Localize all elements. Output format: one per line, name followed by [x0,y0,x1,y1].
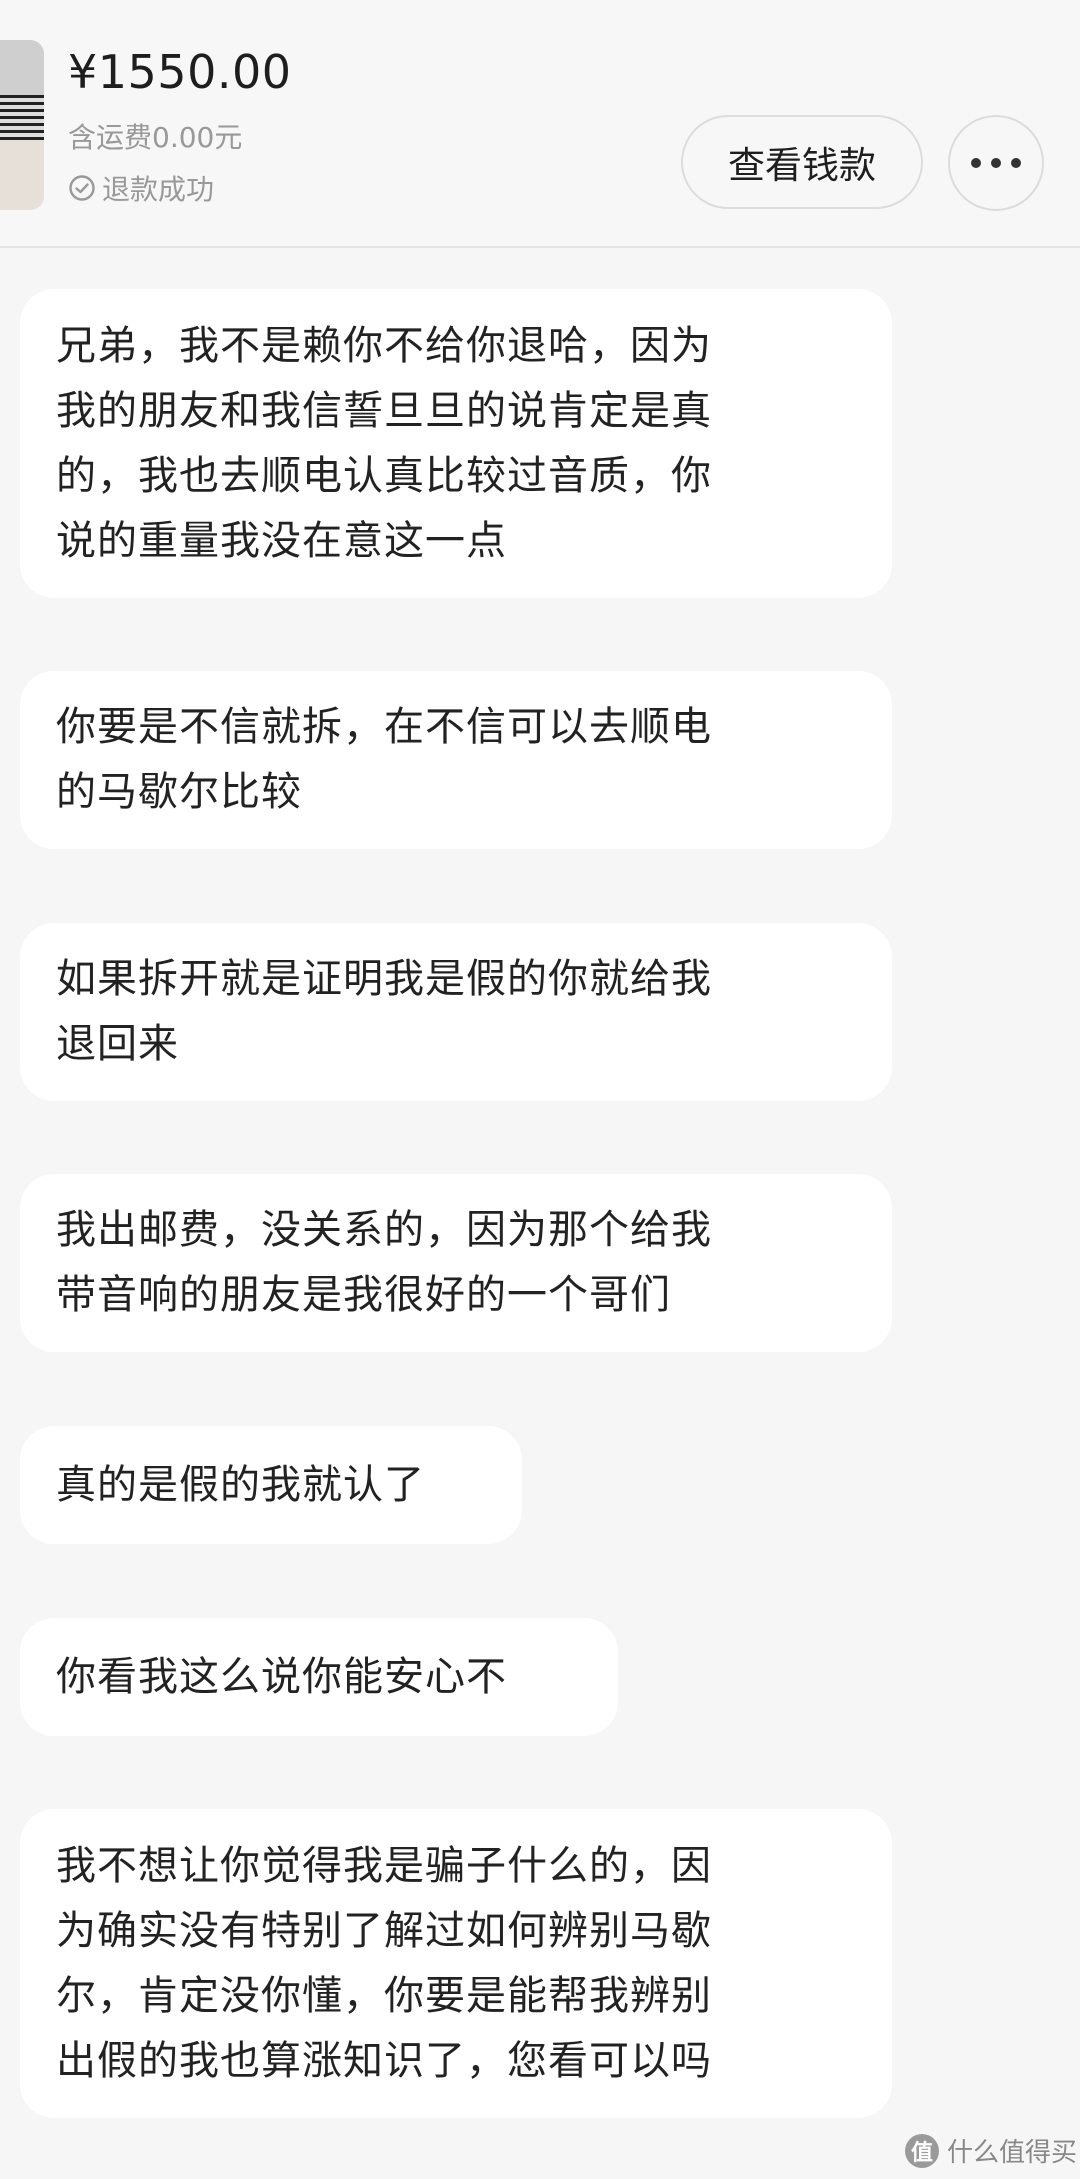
refund-status-label: 退款成功 [102,173,215,206]
refund-status: 退款成功 [68,168,214,208]
message-bubble[interactable]: 你看我这么说你能安心不 [20,1618,618,1736]
message-bubble[interactable]: 兄弟，我不是赖你不给你退哈，因为 我的朋友和我信誓旦旦的说肯定是真 的，我也去顺… [20,289,892,598]
message-bubble[interactable]: 你要是不信就拆，在不信可以去顺电 的马歇尔比较 [20,671,892,849]
site-watermark: 值 什么值得买 [905,2132,1077,2169]
more-options-button[interactable] [948,115,1044,211]
message-bubble[interactable]: 我不想让你觉得我是骗子什么的，因 为确实没有特别了解过如何辨别马歇 尔，肯定没你… [20,1809,892,2118]
shipping-fee: 含运费0.00元 [68,121,243,154]
more-dots-icon [971,158,1021,168]
message-bubble[interactable]: 真的是假的我就认了 [20,1426,522,1544]
view-funds-button[interactable]: 查看钱款 [681,115,923,209]
watermark-logo: 值 [905,2133,939,2168]
watermark-text: 什么值得买 [947,2138,1078,2168]
order-summary-header: ¥1550.00 含运费0.00元 退款成功 查看钱款 [0,0,1080,248]
product-thumbnail[interactable] [0,40,44,210]
order-price: ¥1550.00 [68,45,292,99]
message-bubble[interactable]: 如果拆开就是证明我是假的你就给我 退回来 [20,923,892,1101]
message-bubble[interactable]: 我出邮费，没关系的，因为那个给我 带音响的朋友是我很好的一个哥们 [20,1174,892,1352]
check-circle-icon [69,175,95,201]
